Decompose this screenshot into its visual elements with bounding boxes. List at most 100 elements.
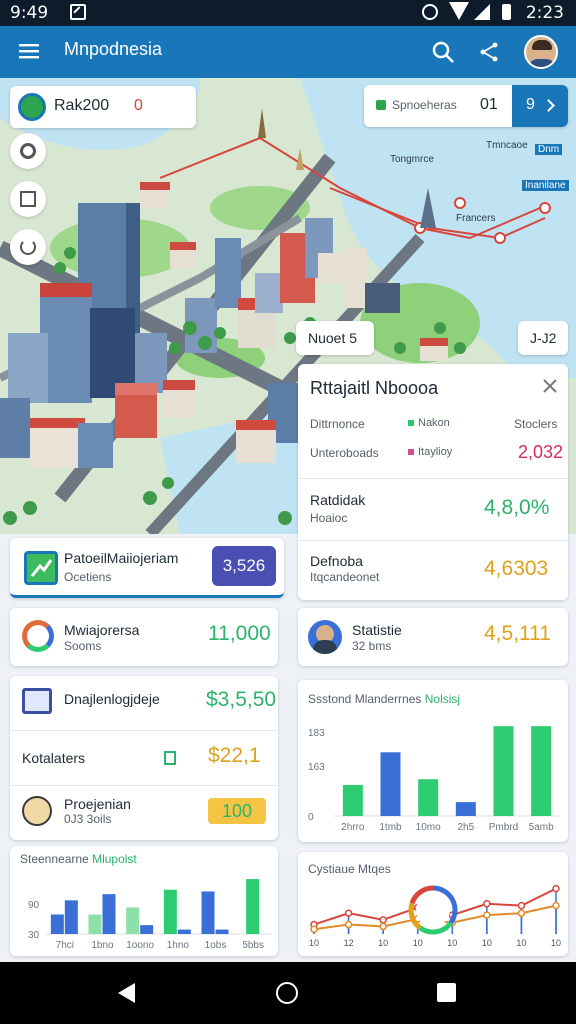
- x-tick-label: 12: [344, 938, 354, 948]
- x-tick-label: 10: [516, 938, 526, 948]
- project-card-badge[interactable]: 3,526: [212, 546, 276, 586]
- list-item[interactable]: Proejenian 0J3 3oils 100: [10, 786, 278, 840]
- stat-card-value: 4,5,111: [484, 622, 551, 645]
- x-tick-label: 10mo: [416, 822, 441, 833]
- stats-chip[interactable]: Spnoeheras 01 9: [364, 85, 568, 127]
- bar-chart: 183 163 0 2hrro 1tmb 10mo 2h5 Pmbrd 5amb: [308, 726, 560, 833]
- stat-card[interactable]: Mwiajorersa Sooms 11,000: [10, 608, 278, 666]
- list-item[interactable]: Kotalaters $22,1: [10, 731, 278, 785]
- metric-sub: Hoaioc: [310, 511, 348, 525]
- bar: [64, 900, 78, 934]
- stats-chip-next-label: 9: [526, 96, 535, 113]
- data-point: [483, 911, 491, 919]
- grouped-bar-chart: 90 30 7hci 1bno 1oono 1hno 1obs 5bbs: [28, 879, 272, 951]
- location-chip-text: Rak200: [54, 97, 110, 114]
- chevron-right-icon: [542, 99, 555, 112]
- divider: [298, 540, 568, 541]
- list-item-value: $3,5,50: [206, 688, 277, 711]
- search-icon[interactable]: [430, 39, 456, 65]
- metric-sub: Itqcandeonet: [310, 570, 380, 584]
- list-item-value: $22,1: [208, 744, 261, 767]
- y-tick-label: 0: [308, 812, 314, 823]
- bar: [215, 929, 229, 934]
- x-tick-label: 2h5: [457, 822, 474, 833]
- home-icon[interactable]: [276, 982, 298, 1004]
- data-point: [379, 916, 387, 924]
- map-label: Tongmrce: [390, 154, 434, 165]
- refresh-button[interactable]: [10, 229, 46, 265]
- detail-row-label: Unteroboads: [310, 446, 379, 460]
- list-item-sub: 0J3 3oils: [64, 812, 112, 826]
- x-tick-label: 10: [413, 938, 423, 948]
- x-tick-label: 5amb: [529, 822, 554, 833]
- grouped-bar-chart-title: Steennearne Mlupolst: [20, 852, 137, 866]
- donut-center: [416, 893, 450, 927]
- summary-list-card: Dnajlenlogjdeje $3,5,50 Kotalaters $22,1…: [10, 676, 278, 840]
- list-item-title: Proejenian: [64, 796, 131, 812]
- map-tooltip-text: Nuoet 5: [308, 330, 358, 346]
- list-item-title: Kotalaters: [22, 750, 86, 766]
- bar: [126, 907, 140, 934]
- x-tick-label: 1oono: [126, 940, 154, 951]
- avatar: [308, 620, 342, 654]
- layers-button[interactable]: [10, 181, 46, 217]
- data-point: [517, 901, 526, 910]
- system-nav-bar: [0, 962, 576, 1024]
- stats-chip-next-button[interactable]: 9: [512, 85, 568, 127]
- stat-card-title: Statistie: [352, 622, 402, 638]
- recents-icon[interactable]: [437, 983, 456, 1002]
- x-tick-label: 2hrro: [341, 822, 365, 833]
- stat-card-sub: Sooms: [64, 639, 102, 653]
- legend-swatch: [408, 420, 414, 426]
- grouped-bar-chart-title-b: Mlupolst: [92, 852, 137, 866]
- stats-chip-dot: [376, 100, 386, 110]
- target-button[interactable]: [10, 133, 46, 169]
- y-tick-label: 163: [308, 762, 325, 773]
- share-icon[interactable]: [476, 39, 502, 65]
- avatar[interactable]: [524, 35, 558, 69]
- menu-icon[interactable]: [18, 40, 40, 62]
- project-card[interactable]: PatoeilMaiiojeriam Ocetiens 3,526: [10, 538, 284, 598]
- x-tick-label: 1hno: [167, 940, 190, 951]
- location-chip[interactable]: Rak200 0: [10, 86, 196, 128]
- y-tick-label: 90: [28, 900, 40, 911]
- list-item[interactable]: Dnajlenlogjdeje $3,5,50: [10, 676, 278, 730]
- app-bar: Mnpodnesia: [0, 26, 576, 78]
- app-title: Mnpodnesia: [64, 39, 163, 59]
- data-point: [344, 920, 353, 929]
- signal-icon: [474, 4, 490, 20]
- metric-label: Ratdidak: [310, 492, 366, 508]
- stat-card[interactable]: Statistie 32 bms 4,5,111: [298, 608, 568, 666]
- close-icon[interactable]: [542, 378, 558, 394]
- line-chart-title: Cystiaue Mtqes: [308, 862, 391, 876]
- bar-chart-card: Ssstond Mlanderrnes Nolsisj 183 163 0 2hrro…: [298, 680, 568, 842]
- metric-value: 4,6303: [484, 557, 549, 580]
- monitor-icon: [22, 688, 52, 714]
- alarm-icon: [422, 4, 438, 20]
- back-icon[interactable]: [118, 983, 135, 1003]
- stat-card-value: 11,000: [208, 622, 271, 645]
- x-tick-label: 10: [447, 938, 457, 948]
- bar: [455, 802, 476, 816]
- x-tick-label: 5bbs: [242, 940, 264, 951]
- metric-value: 4,8,0%: [484, 496, 550, 519]
- project-card-badge-text: 3,526: [222, 556, 266, 575]
- metric-label: Defnoba: [310, 553, 363, 569]
- bar: [50, 914, 64, 934]
- trend-icon: [24, 551, 58, 585]
- battery-icon: [164, 751, 176, 765]
- status-time-2: 2:23: [525, 3, 564, 23]
- legend-swatch: [408, 449, 414, 455]
- bar-chart-title: Ssstond Mlanderrnes Nolsisj: [308, 692, 460, 706]
- status-time: 9:49: [10, 3, 49, 23]
- x-tick-label: 1tmb: [379, 822, 402, 833]
- map-tooltip-2[interactable]: J-J2: [518, 321, 568, 355]
- map-tooltip[interactable]: Nuoet 5: [296, 321, 374, 355]
- data-point: [344, 909, 353, 917]
- bar: [163, 889, 177, 934]
- list-item-badge: 100: [208, 798, 266, 824]
- wifi-icon: [449, 2, 469, 20]
- bar: [493, 726, 514, 816]
- stats-chip-value: 01: [480, 96, 498, 113]
- data-point: [379, 922, 387, 931]
